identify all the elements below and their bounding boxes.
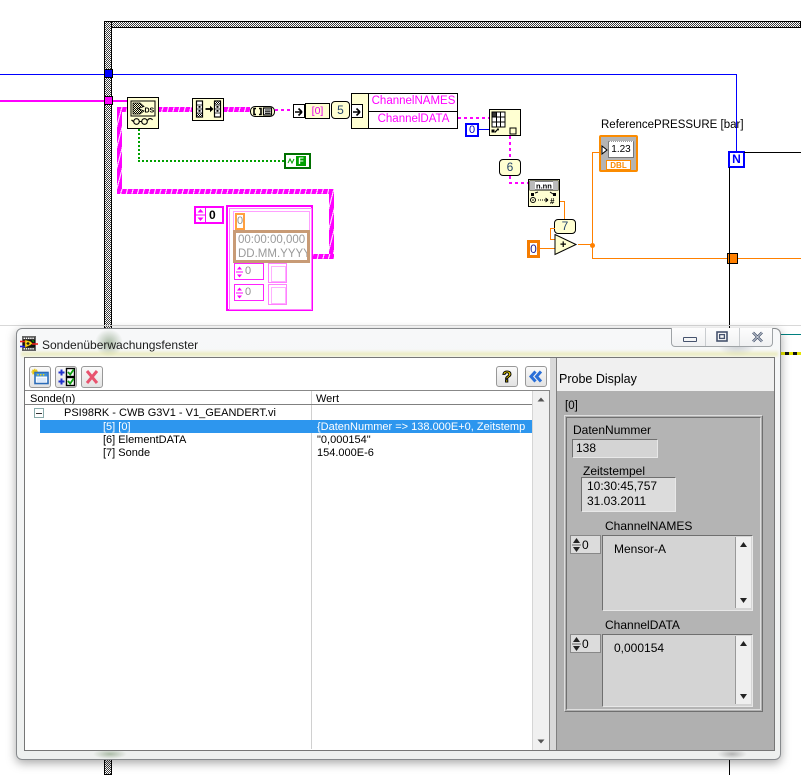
svg-text:n.nn: n.nn (536, 182, 552, 191)
svg-text:#: # (550, 197, 555, 206)
svg-text:+: + (560, 239, 566, 251)
svg-text:?: ? (502, 369, 512, 386)
svg-text:DS: DS (145, 108, 155, 115)
svg-text:F: F (298, 156, 304, 166)
